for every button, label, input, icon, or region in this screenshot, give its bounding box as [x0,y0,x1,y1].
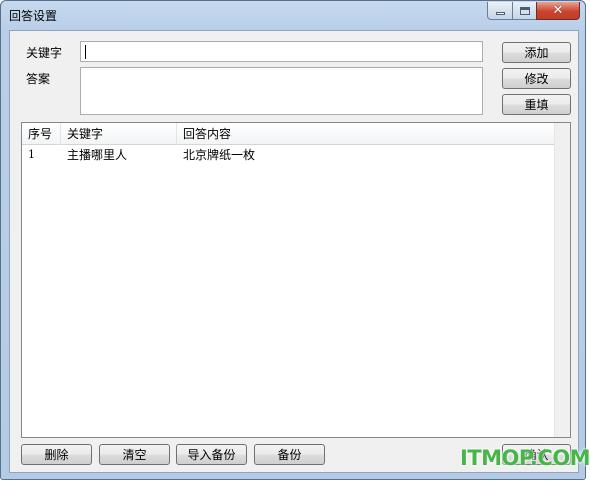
import-backup-button[interactable]: 导入备份 [176,444,247,465]
row-number: 1 [28,148,35,161]
list-header: 序号 关键字 回答内容 [22,123,570,145]
delete-button[interactable]: 删除 [21,444,92,465]
row-answer: 北京牌纸一枚 [183,148,256,162]
title-bar[interactable]: 回答设置 ✕ [1,1,585,29]
vertical-scrollbar[interactable] [554,123,570,437]
text-caret [85,45,86,59]
minimize-button[interactable] [487,2,513,20]
row-keyword: 主播哪里人 [67,148,128,162]
add-button[interactable]: 添加 [502,42,571,63]
keyword-input[interactable] [80,41,483,62]
column-header-answer[interactable]: 回答内容 [177,123,557,145]
reset-button[interactable]: 重填 [502,94,571,115]
maximize-button[interactable] [512,2,537,20]
site-watermark: ITMOP.COM [460,446,590,470]
clear-button[interactable]: 清空 [99,444,170,465]
table-row[interactable]: 1 主播哪里人 北京牌纸一枚 [22,146,556,164]
column-header-keyword[interactable]: 关键字 [61,123,177,145]
answer-textarea[interactable] [80,67,483,115]
maximize-icon [519,6,530,15]
minimize-icon [495,12,505,15]
window-title: 回答设置 [9,9,58,23]
backup-button[interactable]: 备份 [254,444,325,465]
answer-label: 答案 [26,72,51,86]
keyword-label: 关键字 [26,46,63,60]
column-header-number[interactable]: 序号 [22,123,61,145]
edit-button[interactable]: 修改 [502,68,571,89]
dialog-window: 回答设置 ✕ 关键字 答案 添加 修改 重填 序号 关键字 回答内容 1 主播哪… [0,0,586,480]
answer-list[interactable]: 序号 关键字 回答内容 1 主播哪里人 北京牌纸一枚 [21,122,571,438]
dialog-client-area: 关键字 答案 添加 修改 重填 序号 关键字 回答内容 1 主播哪里人 北京牌纸… [9,30,579,473]
close-icon: ✕ [552,3,564,18]
close-button[interactable]: ✕ [536,2,580,20]
